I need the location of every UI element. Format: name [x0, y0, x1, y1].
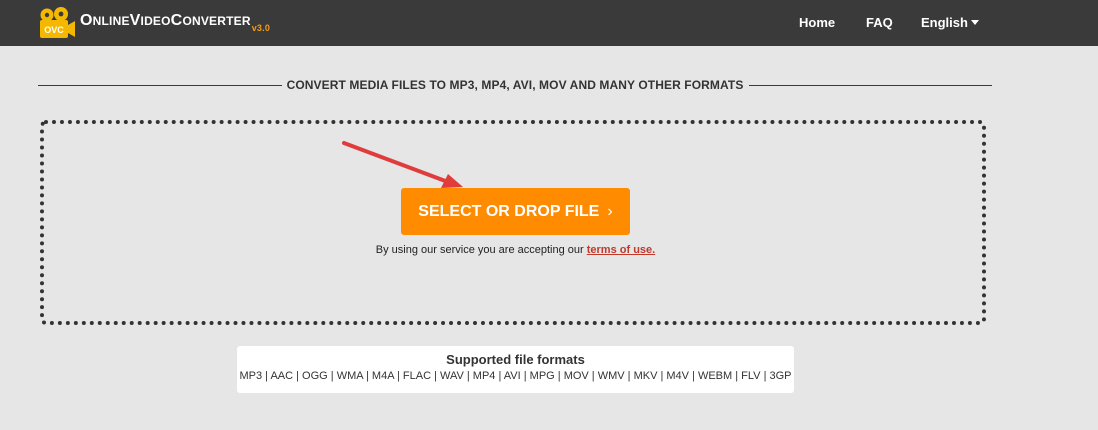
nav-faq-link[interactable]: FAQ — [866, 15, 893, 30]
version-label: v3.0 — [251, 23, 271, 33]
terms-text: By using our service you are accepting o… — [375, 244, 584, 256]
language-dropdown[interactable]: English — [921, 15, 979, 30]
supported-formats-box: Supported file formats MP3 | AAC | OGG |… — [237, 346, 794, 393]
terms-of-use-link[interactable]: terms of use. — [587, 244, 655, 256]
nav-home-link[interactable]: Home — [799, 15, 835, 30]
caret-down-icon — [970, 20, 979, 26]
chevron-right-icon: › — [607, 203, 613, 220]
site-name: ONLINEVIDEOCONVERTERv3.0 — [80, 12, 271, 33]
terms-notice: By using our service you are accepting o… — [0, 244, 1031, 256]
language-label: English — [921, 15, 968, 30]
select-file-button[interactable]: SELECT OR DROP FILE › — [401, 188, 630, 235]
section-heading: CONVERT MEDIA FILES TO MP3, MP4, AVI, MO… — [38, 78, 992, 92]
select-file-label: SELECT OR DROP FILE — [418, 203, 600, 220]
supported-formats-title: Supported file formats — [446, 352, 585, 367]
top-header: OVC ONLINEVIDEOCONVERTERv3.0 Home FAQ En… — [0, 0, 1098, 46]
heading-divider-right — [749, 85, 992, 86]
logo-badge-text: OVC — [44, 25, 64, 35]
supported-formats-list: MP3 | AAC | OGG | WMA | M4A | FLAC | WAV… — [239, 370, 792, 382]
video-camera-icon: OVC — [38, 6, 76, 40]
site-logo[interactable]: OVC ONLINEVIDEOCONVERTERv3.0 — [38, 6, 270, 40]
